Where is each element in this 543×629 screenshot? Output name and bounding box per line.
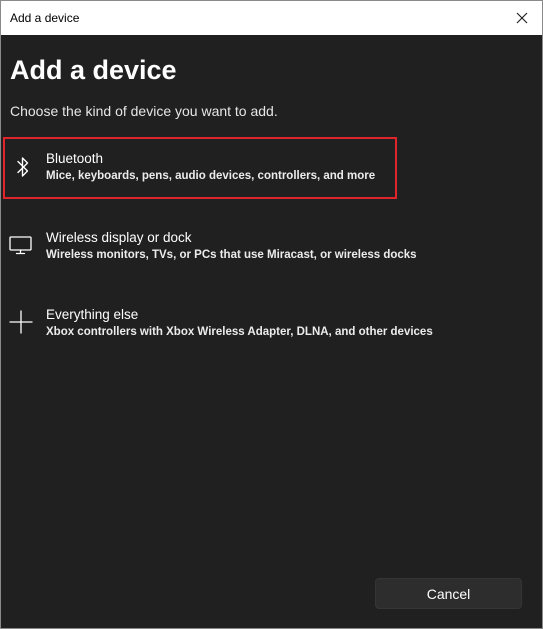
page-subtitle: Choose the kind of device you want to ad… xyxy=(10,103,278,119)
option-description: Mice, keyboards, pens, audio devices, co… xyxy=(46,170,376,182)
window-title: Add a device xyxy=(10,11,80,25)
option-everything-else[interactable]: Everything else Xbox controllers with Xb… xyxy=(3,293,433,355)
title-bar: Add a device xyxy=(1,1,542,35)
cancel-button[interactable]: Cancel xyxy=(375,578,522,609)
option-description: Xbox controllers with Xbox Wireless Adap… xyxy=(46,326,433,338)
plus-icon xyxy=(8,309,34,335)
option-name: Everything else xyxy=(46,307,139,322)
close-icon xyxy=(516,12,528,24)
option-description: Wireless monitors, TVs, or PCs that use … xyxy=(46,249,417,261)
option-bluetooth[interactable]: Bluetooth Mice, keyboards, pens, audio d… xyxy=(3,137,397,199)
page-title: Add a device xyxy=(10,55,177,85)
option-name: Bluetooth xyxy=(46,151,104,166)
close-button[interactable] xyxy=(507,4,537,32)
add-device-window: Add a device Add a device Choose the kin… xyxy=(0,0,543,629)
option-name: Wireless display or dock xyxy=(46,230,192,245)
monitor-icon xyxy=(8,232,34,258)
option-wireless-display[interactable]: Wireless display or dock Wireless monito… xyxy=(3,216,417,278)
bluetooth-icon xyxy=(10,154,36,180)
